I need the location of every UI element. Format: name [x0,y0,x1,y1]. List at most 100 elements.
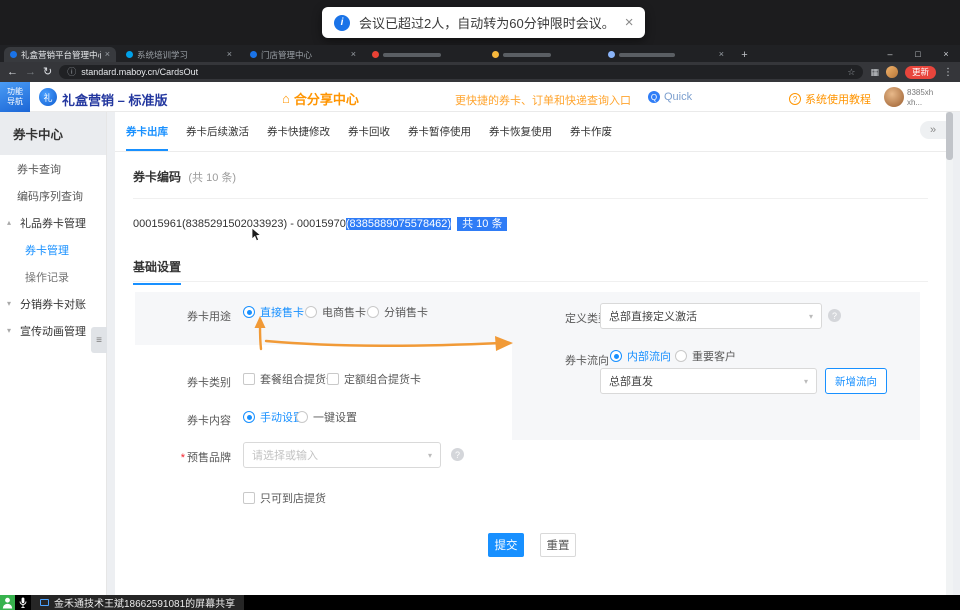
browser-update-button[interactable]: 更新 [905,66,936,79]
radio-manual-setup[interactable]: 手动设置 [243,409,304,425]
sidebar-group-distribution-reconciliation[interactable]: ▾ 分销券卡对账 [0,290,106,317]
radio-internal-flow[interactable]: 内部流向 [610,348,671,364]
radio-label: 内部流向 [627,348,671,364]
double-chevron-icon[interactable]: » [920,121,946,139]
screen: i 会议已超过2人，自动转为60分钟限时会议。 × 礼盒营销平台管理中心 × 系… [0,0,960,610]
scrollbar-track[interactable] [946,112,953,595]
user-name: 8385xh xh... [907,88,933,108]
browser-menu-icon[interactable]: ⋮ [943,67,953,78]
favicon [250,51,257,58]
url-text: standard.maboy.cn/CardsOut [81,67,842,77]
user-name-line2: xh... [907,98,933,108]
tab-card-followup-activation[interactable]: 券卡后续激活 [177,112,258,151]
maximize-icon[interactable]: □ [904,45,932,62]
sidebar-collapse-handle[interactable]: ≡ [91,327,107,353]
tab-label-unreadable [619,53,675,57]
checkbox-box [243,373,255,385]
tab-card-restore[interactable]: 券卡恢复使用 [480,112,561,151]
meeting-message: 会议已超过2人，自动转为60分钟限时会议。 [359,13,615,32]
home-icon: ⌂ [282,91,290,106]
submit-button[interactable]: 提交 [488,533,524,557]
tab-card-quick-edit[interactable]: 券卡快捷修改 [258,112,339,151]
brand-select[interactable]: 请选择或输入 ▾ [243,442,441,468]
tab-label: 券卡回收 [348,124,390,139]
sidebar-item-card-management[interactable]: 券卡管理 [0,236,106,263]
tab-card-suspend[interactable]: 券卡暂停使用 [399,112,480,151]
promo-link[interactable]: 更快捷的券卡、订单和快递查询入口 [455,92,631,108]
user-avatar[interactable] [884,87,904,107]
sidebar-item-operation-records[interactable]: 操作记录 [0,263,106,290]
close-icon[interactable]: × [625,15,634,30]
sidebar-item-card-query[interactable]: 券卡查询 [0,155,106,182]
radio-dot [675,350,687,362]
new-tab-icon[interactable]: + [737,47,752,62]
radio-direct-sale[interactable]: 直接售卡 [243,304,304,320]
extensions-icon[interactable]: ▦ [870,67,879,78]
browser-tab[interactable]: × [602,47,730,62]
radio-one-click-setup[interactable]: 一键设置 [296,409,357,425]
mic-toggle[interactable] [15,597,31,609]
site-info-icon[interactable]: ⓘ [67,68,76,77]
define-type-select[interactable]: 总部直接定义激活 ▾ [600,303,822,329]
browser-tab[interactable]: 门店管理中心 × [244,47,362,62]
nav-toggle-line1: 功能 [7,87,23,97]
tab-label-unreadable [503,53,551,57]
tab-close-icon[interactable]: × [227,50,232,59]
flow-select[interactable]: 总部直发 ▾ [600,368,817,394]
radio-dot [243,411,255,423]
tooltip-icon[interactable]: ? [451,448,464,461]
favicon [10,51,17,58]
add-flow-button[interactable]: 新增流向 [825,368,887,394]
brand-name: 礼盒营销 – 标准版 [62,90,167,109]
select-value: 总部直接定义激活 [609,308,803,324]
tab-close-icon[interactable]: × [105,50,110,59]
sidebar-item-code-sequence-query[interactable]: 编码序列查询 [0,182,106,209]
quick-link[interactable]: Q Quick [648,91,692,103]
browser-tab[interactable] [366,47,482,62]
count-tag: 共 10 条 [457,217,507,231]
radio-dot [305,306,317,318]
checkbox-fixed-combo-pickup-card[interactable]: 定额组合提货卡 [327,371,421,387]
tab-card-outbound[interactable]: 券卡出库 [117,112,177,151]
tab-card-void[interactable]: 券卡作废 [561,112,621,151]
forward-icon[interactable]: → [25,67,36,78]
main-card: 券卡出库 券卡后续激活 券卡快捷修改 券卡回收 券卡暂停使用 券卡恢复使用 券卡… [115,112,946,595]
share-center-link[interactable]: ⌂ 合分享中心 [282,89,359,108]
workspace: 券卡中心 券卡查询 编码序列查询 ▴ 礼品券卡管理 券卡管理 操作记录 ▾ 分销… [0,112,960,595]
browser-tab[interactable]: 系统培训学习 × [120,47,238,62]
tab-close-icon[interactable]: × [719,50,724,59]
tab-card-recycle[interactable]: 券卡回收 [339,112,399,151]
radio-ecommerce-sale[interactable]: 电商售卡 [305,304,366,320]
back-icon[interactable]: ← [7,67,18,78]
checkbox-combo-pickup-card[interactable]: 套餐组合提货卡 [243,371,337,387]
checkbox-store-pickup-only[interactable]: 只可到店提货 [243,490,326,506]
nav-toggle-button[interactable]: 功能 导航 [0,82,30,112]
radio-label: 分销售卡 [384,304,428,320]
address-bar[interactable]: ⓘ standard.maboy.cn/CardsOut ☆ [59,65,863,79]
browser-tab[interactable] [486,47,598,62]
card-tabs: 券卡出库 券卡后续激活 券卡快捷修改 券卡回收 券卡暂停使用 券卡恢复使用 券卡… [115,112,946,152]
bookmark-star-icon[interactable]: ☆ [847,67,855,78]
browser-tab-active[interactable]: 礼盒营销平台管理中心 × [4,47,116,62]
sidebar: 券卡中心 券卡查询 编码序列查询 ▴ 礼品券卡管理 券卡管理 操作记录 ▾ 分销… [0,112,107,595]
sidebar-item-label: 券卡管理 [25,242,69,258]
settings-section-tab[interactable]: 基础设置 [133,258,181,285]
tutorial-label: 系统使用教程 [805,91,871,107]
radio-important-customer[interactable]: 重要客户 [675,348,736,364]
checkbox-box [327,373,339,385]
tooltip-icon[interactable]: ? [828,309,841,322]
tab-close-icon[interactable]: × [351,50,356,59]
code-text: 00015961(8385291502033923) - 00015970 [133,218,346,230]
minimize-icon[interactable]: – [876,45,904,62]
divider [133,281,928,282]
refresh-icon[interactable]: ↻ [43,67,52,78]
sidebar-item-label: 宣传动画管理 [20,323,86,339]
radio-distribution-sale[interactable]: 分销售卡 [367,304,428,320]
window-close-icon[interactable]: × [932,45,960,62]
checkbox-label: 定额组合提货卡 [344,371,421,387]
sidebar-group-gift-card-management[interactable]: ▴ 礼品券卡管理 [0,209,106,236]
scrollbar-thumb[interactable] [946,112,953,160]
tutorial-link[interactable]: ? 系统使用教程 [789,91,871,107]
browser-profile-avatar[interactable] [886,66,898,78]
reset-button[interactable]: 重置 [540,533,576,557]
